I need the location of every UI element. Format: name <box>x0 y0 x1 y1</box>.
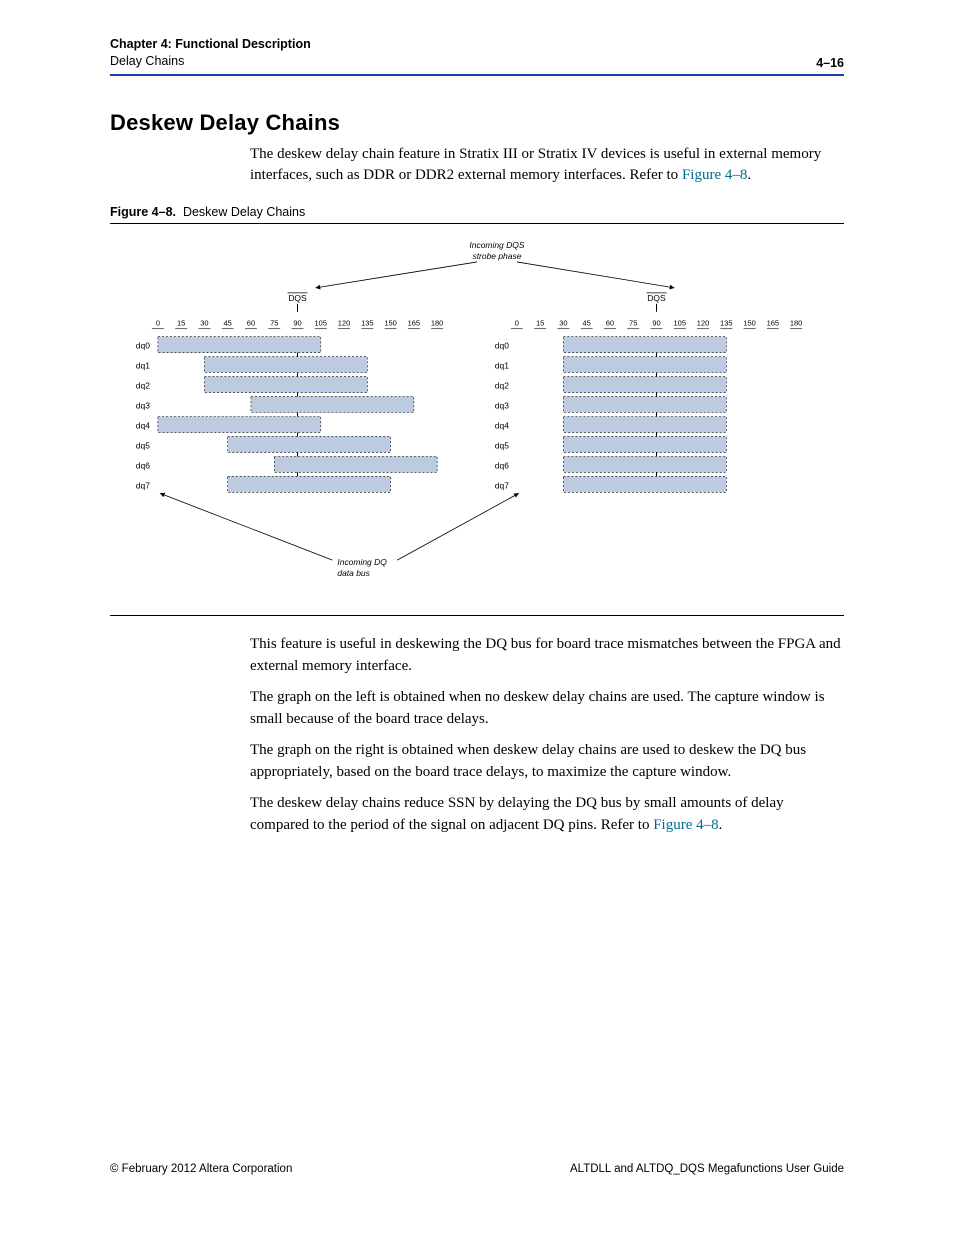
axis-tick: 60 <box>247 319 255 328</box>
axis-tick: 135 <box>361 319 373 328</box>
dq-row-label: dq6 <box>136 460 150 470</box>
dq-bar <box>158 337 321 353</box>
dq-row-label: dq7 <box>136 480 150 490</box>
dq-bar <box>563 396 726 412</box>
dq-bar <box>563 436 726 452</box>
dq-bar <box>563 416 726 432</box>
axis-tick: 75 <box>270 319 278 328</box>
axis-tick: 60 <box>606 319 614 328</box>
header-sub: Delay Chains <box>110 53 311 70</box>
axis-tick: 45 <box>224 319 232 328</box>
axis-tick: 120 <box>338 319 350 328</box>
axis-tick: 75 <box>629 319 637 328</box>
figure-caption-number: Figure 4–8. <box>110 205 176 219</box>
para-1: This feature is useful in deskewing the … <box>250 634 844 677</box>
dq-row-label: dq2 <box>495 381 509 391</box>
top-label-line1: Incoming DQS <box>469 240 524 250</box>
section-heading: Deskew Delay Chains <box>110 110 844 136</box>
figure-caption-text: Deskew Delay Chains <box>183 205 305 219</box>
dq-row-label: dq3 <box>136 400 150 410</box>
axis-tick: 105 <box>315 319 327 328</box>
axis-tick: 45 <box>583 319 591 328</box>
dqs-label: DQS <box>647 293 666 303</box>
axis-tick: 165 <box>408 319 420 328</box>
axis-tick: 0 <box>156 319 160 328</box>
intro-paragraph: The deskew delay chain feature in Strati… <box>250 144 844 187</box>
axis-tick: 180 <box>431 319 443 328</box>
header-chapter: Chapter 4: Functional Description <box>110 36 311 53</box>
axis-tick: 90 <box>652 319 660 328</box>
top-label-line2: strobe phase <box>472 251 521 261</box>
axis-tick: 90 <box>293 319 301 328</box>
dq-row-label: dq3 <box>495 400 509 410</box>
left-chart: DQS 0 15 30 45 60 75 90 105 120 135 150 165 180 dq0 dq1… <box>136 293 444 492</box>
dq-row-label: dq5 <box>136 440 150 450</box>
arrow-bottom-right <box>397 493 519 560</box>
bottom-label-line1: Incoming DQ <box>337 557 387 567</box>
axis-tick: 165 <box>767 319 779 328</box>
dq-row-label: dq0 <box>136 341 150 351</box>
para-2: The graph on the left is obtained when n… <box>250 687 844 730</box>
dq-row-label: dq7 <box>495 480 509 490</box>
figure-caption: Figure 4–8. Deskew Delay Chains <box>110 205 844 219</box>
para-4: The deskew delay chains reduce SSN by de… <box>250 793 844 836</box>
axis-tick: 120 <box>697 319 709 328</box>
dq-bar <box>158 416 321 432</box>
page-header: Chapter 4: Functional Description Delay … <box>110 36 844 70</box>
dq-row-label: dq1 <box>495 361 509 371</box>
figure-svg: Incoming DQS strobe phase DQS 0 15 30 45 60 75… <box>118 236 836 605</box>
footer-left: © February 2012 Altera Corporation <box>110 1163 292 1175</box>
dq-row-label: dq0 <box>495 341 509 351</box>
figure-container: Incoming DQS strobe phase DQS 0 15 30 45 60 75… <box>110 223 844 616</box>
dq-bar <box>563 476 726 492</box>
dq-row-label: dq4 <box>136 420 150 430</box>
dq-bar <box>563 337 726 353</box>
axis-tick: 30 <box>200 319 208 328</box>
dq-bar <box>563 357 726 373</box>
para-3: The graph on the right is obtained when … <box>250 740 844 783</box>
axis-tick: 0 <box>515 319 519 328</box>
arrow-top-right <box>517 262 675 288</box>
arrow-top-left <box>315 262 477 288</box>
header-rule <box>110 74 844 76</box>
dq-bar <box>228 436 391 452</box>
dq-bar <box>563 377 726 393</box>
dq-row-label: dq5 <box>495 440 509 450</box>
axis-tick: 15 <box>536 319 544 328</box>
dq-row-label: dq6 <box>495 460 509 470</box>
axis-tick: 105 <box>674 319 686 328</box>
figure-xref-link[interactable]: Figure 4–8 <box>682 167 747 183</box>
dq-bar <box>251 396 414 412</box>
axis-tick: 150 <box>743 319 755 328</box>
axis-tick: 180 <box>790 319 802 328</box>
axis-tick: 150 <box>384 319 396 328</box>
page-footer: © February 2012 Altera Corporation ALTDL… <box>110 1163 844 1175</box>
dqs-label: DQS <box>288 293 307 303</box>
arrow-bottom-left <box>160 493 333 560</box>
bottom-label-line2: data bus <box>337 568 370 578</box>
axis-tick: 135 <box>720 319 732 328</box>
axis-tick: 15 <box>177 319 185 328</box>
dq-row-label: dq4 <box>495 420 509 430</box>
dq-row-label: dq2 <box>136 381 150 391</box>
dq-bar <box>563 456 726 472</box>
dq-bar <box>228 476 391 492</box>
dq-bar <box>204 357 367 373</box>
right-chart: DQS 0 15 30 45 60 75 90 105 120 135 150 165 180 dq0 dq1… <box>495 293 803 492</box>
dq-bar <box>204 377 367 393</box>
header-page-number: 4–16 <box>816 56 844 70</box>
dq-row-label: dq1 <box>136 361 150 371</box>
footer-right: ALTDLL and ALTDQ_DQS Megafunctions User … <box>570 1163 844 1175</box>
axis-tick: 30 <box>559 319 567 328</box>
dq-bar <box>274 456 437 472</box>
figure-xref-link[interactable]: Figure 4–8 <box>653 817 718 833</box>
